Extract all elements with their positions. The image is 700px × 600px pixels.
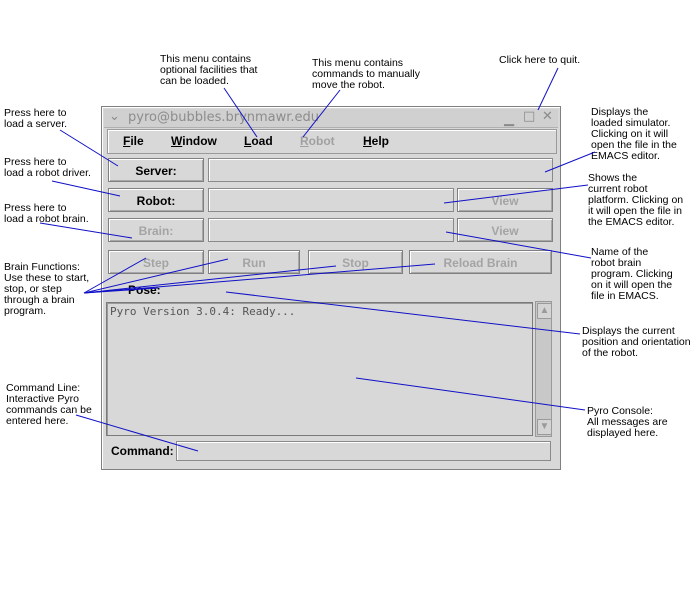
pyro-console[interactable]: Pyro Version 3.0.4: Ready... xyxy=(106,302,533,436)
robot-platform-field[interactable] xyxy=(208,188,454,212)
annotation-server-press: Press here to load a server. xyxy=(4,107,68,130)
annotation-quit: Click here to quit. xyxy=(499,54,581,66)
brain-button[interactable]: Brain: xyxy=(108,218,204,242)
annotation-simulator: Displays the loaded simulator. Clicking … xyxy=(591,106,677,162)
annotation-console: Pyro Console: All messages are displayed… xyxy=(587,405,668,439)
annotation-brain-name: Name of the robot brain program. Clickin… xyxy=(591,246,673,302)
leader-quit xyxy=(537,67,559,111)
title-bar[interactable]: ⌄ pyro@bubbles.brynmawr.edu ▁ □ ✕ xyxy=(104,109,558,128)
chevron-down-icon[interactable]: ⌄ xyxy=(109,109,120,124)
command-label: Command: xyxy=(111,444,174,458)
menu-window[interactable]: Window xyxy=(171,134,217,148)
command-input[interactable] xyxy=(176,441,551,461)
simulator-field[interactable] xyxy=(208,158,553,182)
menu-load[interactable]: Load xyxy=(244,134,273,148)
annotation-platform: Shows the current robot platform. Clicki… xyxy=(588,172,684,228)
annotation-robot-menu: This menu contains commands to manually … xyxy=(312,57,420,91)
console-text: Pyro Version 3.0.4: Ready... xyxy=(110,305,296,318)
annotation-command-line: Command Line: Interactive Pyro commands … xyxy=(6,382,92,427)
menu-robot: Robot xyxy=(300,134,335,148)
annotation-load-menu: This menu contains optional facilities t… xyxy=(160,53,258,87)
annotation-brain-press: Press here to load a robot brain. xyxy=(4,202,89,225)
server-button[interactable]: Server: xyxy=(108,158,204,182)
reload-brain-button[interactable]: Reload Brain xyxy=(409,250,552,274)
maximize-icon[interactable]: □ xyxy=(523,109,535,124)
menu-help[interactable]: Help xyxy=(363,134,389,148)
menu-file[interactable]: File xyxy=(123,134,144,148)
scroll-down-icon[interactable]: ▼ xyxy=(537,419,552,435)
robot-button[interactable]: Robot: xyxy=(108,188,204,212)
annotation-brain-functions: Brain Functions: Use these to start, sto… xyxy=(4,261,90,317)
close-icon[interactable]: ✕ xyxy=(542,109,553,124)
menu-bar: File Window Load Robot Help xyxy=(107,129,557,154)
annotation-pose: Displays the current position and orient… xyxy=(582,325,691,359)
minimize-icon[interactable]: ▁ xyxy=(504,112,514,127)
console-scrollbar[interactable]: ▲ ▼ xyxy=(535,301,552,437)
window-title: pyro@bubbles.brynmawr.edu xyxy=(128,110,320,125)
annotation-robot-press: Press here to load a robot driver. xyxy=(4,156,91,179)
stop-button[interactable]: Stop xyxy=(308,250,403,274)
brain-view-button[interactable]: View xyxy=(457,218,553,242)
pose-label: Pose: xyxy=(128,283,161,297)
step-button[interactable]: Step xyxy=(108,250,204,274)
scroll-up-icon[interactable]: ▲ xyxy=(537,303,552,319)
run-button[interactable]: Run xyxy=(208,250,300,274)
brain-name-field[interactable] xyxy=(208,218,454,242)
robot-view-button[interactable]: View xyxy=(457,188,553,212)
